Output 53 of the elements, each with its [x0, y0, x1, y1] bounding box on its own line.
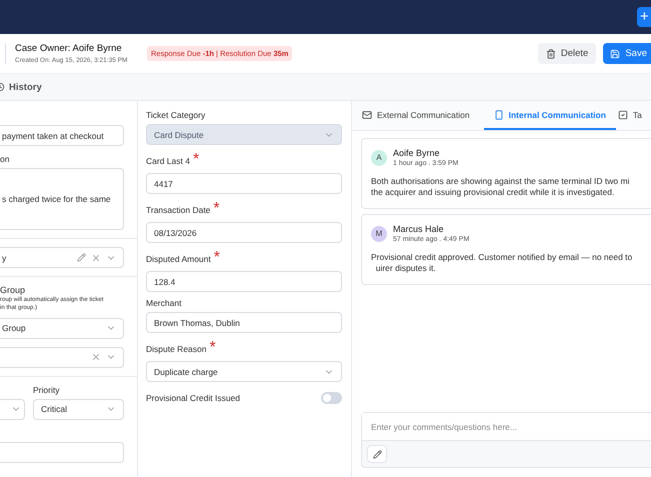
text-field[interactable]: payment taken at checkout — [0, 125, 124, 146]
field-label: Ticket Category — [146, 110, 206, 120]
select-field[interactable]: Critical — [33, 398, 124, 420]
field-label: Merchant — [146, 298, 182, 308]
select-field[interactable]: Duplicate charge — [146, 361, 342, 382]
mail-icon — [362, 110, 372, 120]
trash-icon — [546, 48, 556, 58]
comment-input[interactable]: Enter your comments/questions here... — [362, 413, 651, 441]
field-label: Dispute Reason — [146, 344, 206, 354]
select-field[interactable]: Group — [0, 318, 124, 339]
text-field[interactable]: 128.4 — [146, 271, 342, 292]
save-icon — [610, 48, 620, 58]
tab[interactable]: Internal Communication — [484, 101, 616, 130]
text-field[interactable]: 08/13/2026 — [146, 222, 342, 243]
author-name: Marcus Hale — [393, 224, 445, 234]
text-field[interactable] — [0, 442, 124, 463]
checkbox-icon — [618, 110, 628, 120]
history-tab[interactable]: History — [0, 82, 42, 92]
clear-icon[interactable] — [91, 352, 101, 362]
select-field[interactable] — [0, 398, 25, 420]
field-label: Group — [0, 285, 26, 295]
add-button[interactable]: + — [637, 7, 651, 27]
pencil-icon[interactable] — [77, 253, 86, 262]
select-field[interactable] — [0, 346, 124, 368]
field-label: on — [0, 154, 10, 164]
field-label: Priority — [33, 384, 60, 395]
case-owner: Case Owner: Aoife Byrne — [15, 43, 123, 54]
tab[interactable]: External Communication — [360, 101, 480, 130]
required-mark: * — [192, 151, 200, 169]
text-area[interactable]: s charged twice for the same — [0, 168, 124, 230]
required-mark: * — [209, 339, 216, 357]
select-field[interactable]: y — [0, 247, 124, 268]
required-mark: * — [213, 200, 220, 218]
message-text: Provisional credit approved. Customer notified by email — no need to uirer disputes it. — [371, 252, 634, 274]
toggle-switch[interactable] — [321, 392, 342, 404]
message-text: Both authorisations are showing against the same terminal ID two mi the acquirer and issuing provisional credit while it is investigated. — [371, 176, 630, 198]
field-label: Provisional Credit Issued — [146, 393, 240, 403]
avatar: M — [371, 226, 387, 242]
field-label: Transaction Date — [146, 205, 210, 215]
text-field[interactable]: Brown Thomas, Dublin — [146, 312, 342, 333]
phone-icon — [494, 110, 504, 120]
tab[interactable]: Ta — [616, 101, 651, 130]
avatar: A — [371, 150, 387, 166]
text-field[interactable]: 4417 — [146, 173, 342, 194]
delete-button[interactable]: Delete — [538, 43, 596, 64]
required-mark: * — [214, 249, 220, 267]
author-name: Aoife Byrne — [393, 148, 441, 158]
save-button[interactable]: Save — [603, 43, 651, 64]
clear-icon[interactable] — [91, 252, 101, 262]
field-label: Disputed Amount — [146, 254, 211, 264]
field-label: Card Last 4 — [146, 156, 190, 166]
pencil-icon — [372, 450, 382, 458]
pencil-button[interactable] — [367, 445, 387, 463]
